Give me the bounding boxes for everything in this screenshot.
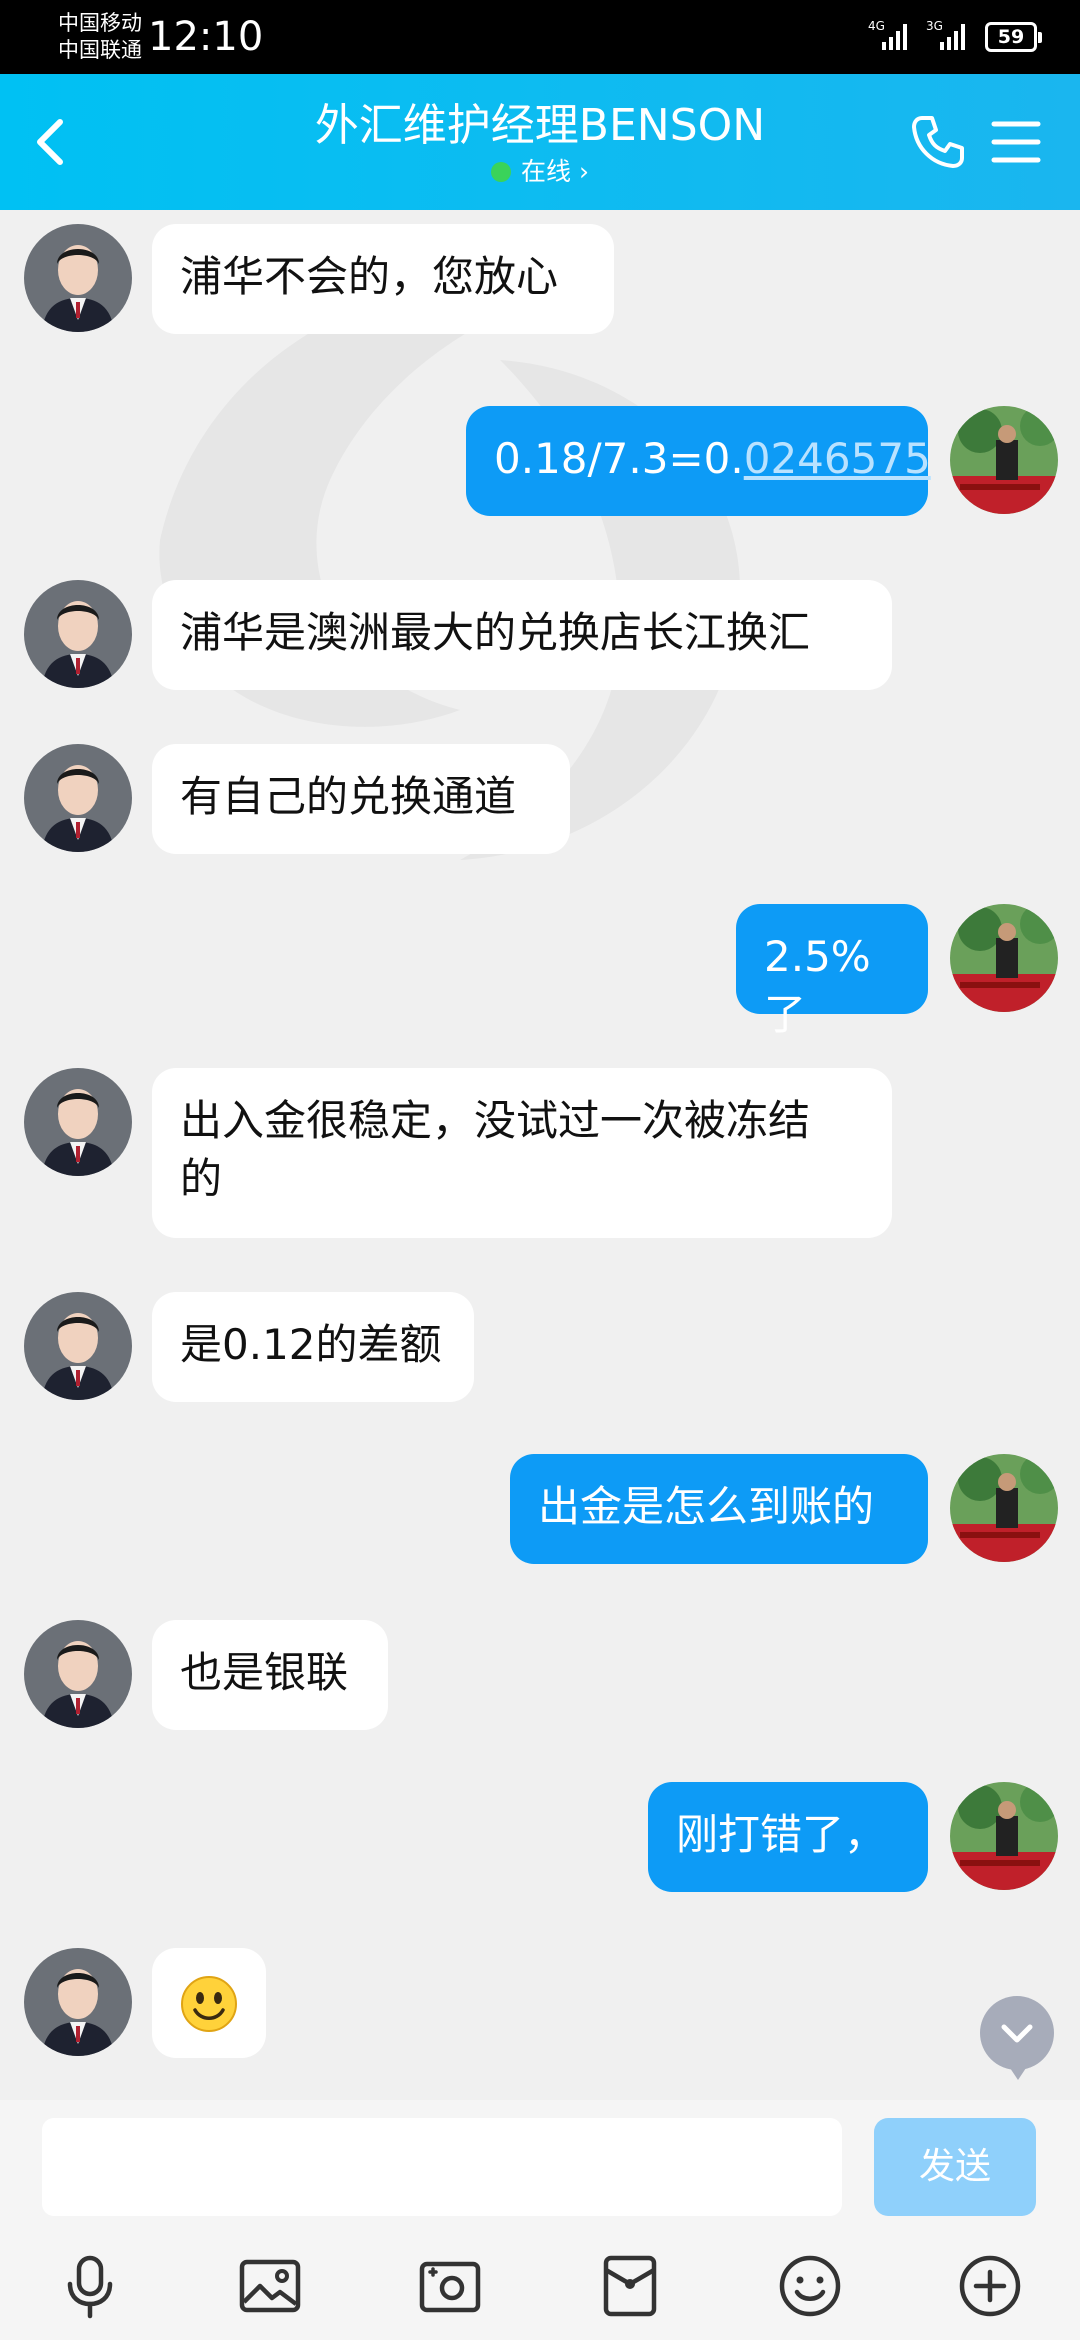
formula-text: 0.18/7.3=0. xyxy=(494,434,744,483)
phone-icon[interactable] xyxy=(908,112,968,172)
red-packet-icon[interactable] xyxy=(596,2252,664,2320)
message-input[interactable] xyxy=(42,2118,842,2216)
avatar[interactable] xyxy=(24,1620,132,1728)
number-link[interactable]: 0246575 xyxy=(744,434,931,483)
online-dot-icon xyxy=(491,162,512,182)
scroll-to-bottom-button[interactable] xyxy=(980,1996,1054,2080)
avatar[interactable] xyxy=(950,406,1058,514)
sent-bubble[interactable]: 0.18/7.3=0.0246575 xyxy=(466,406,931,516)
message-line: 出入金很稳定，没试过一次被冻结 xyxy=(180,1096,811,1145)
chat-header: 外汇维护经理BENSON 在线 › xyxy=(0,74,1080,210)
status-bar: 中国移动 中国联通 12:10 4G 3G 59 xyxy=(0,0,1080,74)
battery-icon: 59 xyxy=(985,22,1042,52)
image-icon[interactable] xyxy=(236,2252,304,2320)
menu-icon[interactable] xyxy=(990,114,1042,170)
sent-bubble[interactable]: 刚打错了， xyxy=(648,1782,928,1892)
avatar[interactable] xyxy=(24,744,132,852)
received-bubble[interactable]: 浦华不会的，您放心 xyxy=(152,224,614,334)
input-bar: 发送 xyxy=(0,2100,1080,2222)
chevron-down-icon xyxy=(1001,2024,1033,2043)
message-line: 的 xyxy=(180,1154,223,1203)
received-bubble[interactable]: 出入金很稳定，没试过一次被冻结的 xyxy=(152,1068,892,1238)
received-bubble[interactable]: 是0.12的差额 xyxy=(152,1292,474,1402)
camera-icon[interactable] xyxy=(416,2252,484,2320)
carrier-info: 中国移动 中国联通 xyxy=(58,10,142,64)
received-bubble[interactable]: 也是银联 xyxy=(152,1620,388,1730)
carrier-1: 中国移动 xyxy=(58,11,142,35)
input-toolbar xyxy=(0,2222,1080,2340)
sent-bubble[interactable]: 2.5%了 xyxy=(736,904,928,1039)
avatar[interactable] xyxy=(24,1292,132,1400)
avatar[interactable] xyxy=(950,904,1058,1012)
smiley-emoji-icon xyxy=(181,1976,237,2032)
send-button[interactable]: 发送 xyxy=(874,2118,1036,2216)
received-bubble[interactable]: 浦华是澳洲最大的兑换店长江换汇 xyxy=(152,580,892,690)
avatar[interactable] xyxy=(24,1948,132,2056)
avatar[interactable] xyxy=(24,1068,132,1176)
avatar[interactable] xyxy=(950,1454,1058,1562)
emoji-icon[interactable] xyxy=(776,2252,844,2320)
received-bubble[interactable]: 有自己的兑换通道 xyxy=(152,744,570,854)
sent-bubble[interactable]: 出金是怎么到账的 xyxy=(510,1454,928,1564)
avatar[interactable] xyxy=(24,580,132,688)
chat-messages[interactable]: 浦华不会的，您放心 0.18/7.3=0.0246575 浦华是澳洲最大的兑换店… xyxy=(0,210,1080,2100)
carrier-2: 中国联通 xyxy=(58,38,142,62)
plus-icon[interactable] xyxy=(956,2252,1024,2320)
microphone-icon[interactable] xyxy=(56,2252,124,2320)
avatar[interactable] xyxy=(24,224,132,332)
online-status-label: 在线 › xyxy=(521,157,589,186)
clock: 12:10 xyxy=(148,14,264,60)
avatar[interactable] xyxy=(950,1782,1058,1890)
received-bubble[interactable] xyxy=(152,1948,266,2058)
battery-level: 59 xyxy=(997,26,1025,48)
